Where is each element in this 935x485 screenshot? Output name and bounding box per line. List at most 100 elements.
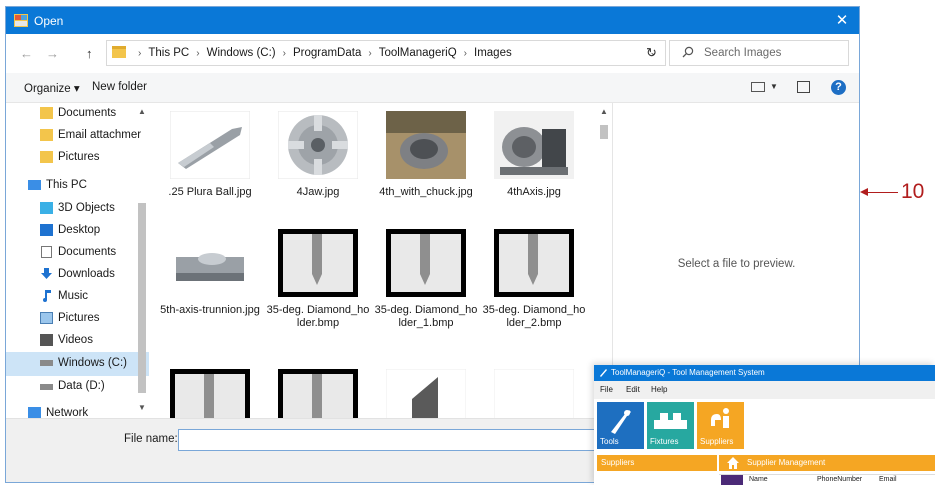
nav-item-music[interactable]: Music	[6, 286, 149, 308]
nav-item-label: Music	[58, 290, 89, 302]
nav-item-label: Videos	[58, 334, 93, 346]
crumb-programdata[interactable]: ProgramData	[293, 47, 361, 59]
nav-item-windows-c[interactable]: Windows (C:)	[6, 352, 149, 376]
up-icon[interactable]: ↑	[86, 46, 93, 61]
nav-scrollbar[interactable]: ▲ ▼	[136, 103, 148, 418]
help-icon[interactable]: ?	[831, 80, 846, 95]
file-item[interactable]: 4Jaw.jpg	[266, 111, 370, 221]
preview-message: Select a file to preview.	[677, 258, 796, 270]
file-item[interactable]: .25 Plura Ball.jpg	[158, 111, 262, 221]
screen: Open ✕ ← → ↑ › This PC › Windows (C:) › …	[0, 0, 935, 485]
nav-item-label: Documents	[58, 107, 117, 119]
chevron-down-icon[interactable]: ▼	[770, 82, 778, 91]
back-icon[interactable]: ←	[20, 46, 33, 61]
app-icon	[600, 369, 607, 377]
file-name: 4thAxis.jpg	[507, 186, 561, 198]
nav-item-pictures[interactable]: Pictures	[6, 308, 149, 330]
file-thumbnail	[278, 229, 358, 297]
file-thumbnail	[170, 229, 250, 297]
file-name-label: File name:	[124, 433, 178, 445]
chevron-right-icon: ›	[282, 47, 286, 59]
nav-item-email-attachments[interactable]: Email attachmer	[6, 125, 149, 147]
file-name: 35-deg. Diamond_holder.bmp	[266, 304, 370, 329]
file-item[interactable]	[158, 369, 262, 418]
menu-file[interactable]: File	[600, 385, 613, 394]
nav-item-videos[interactable]: Videos	[6, 330, 149, 352]
file-item[interactable]: 5th-axis-trunnion.jpg	[158, 229, 262, 339]
preview-pane-icon[interactable]	[797, 81, 810, 93]
file-thumbnail	[386, 111, 466, 179]
nav-item-this-pc[interactable]: This PC	[6, 175, 149, 197]
callout-line	[866, 192, 898, 193]
drive-icon	[40, 360, 53, 366]
file-thumbnail	[170, 369, 250, 418]
scrollbar-thumb[interactable]	[138, 203, 146, 393]
tools-button[interactable]: Tools	[597, 402, 644, 449]
scrollbar-thumb[interactable]	[600, 125, 608, 139]
nav-item-label: Data (D:)	[58, 380, 105, 392]
ribbon: Tools Fixtures Suppliers	[594, 399, 935, 451]
file-thumbnail	[386, 229, 466, 297]
scroll-up-icon[interactable]: ▲	[138, 107, 146, 116]
address-bar[interactable]: › This PC › Windows (C:) › ProgramData ›…	[106, 40, 666, 66]
file-thumbnail	[494, 369, 574, 418]
file-item[interactable]	[374, 369, 478, 418]
file-item[interactable]: 35-deg. Diamond_holder_2.bmp	[482, 229, 586, 359]
suppliers-button[interactable]: Suppliers	[697, 402, 744, 449]
crumb-windows-c[interactable]: Windows (C:)	[207, 47, 276, 59]
crumb-this-pc[interactable]: This PC	[148, 47, 189, 59]
suppliers-label: Suppliers	[700, 437, 734, 446]
filter-icon[interactable]	[721, 475, 743, 485]
app-icon	[14, 14, 28, 27]
folder-icon	[40, 151, 53, 163]
close-icon[interactable]: ✕	[825, 7, 859, 34]
suppliers-panel-title: Suppliers	[601, 458, 635, 467]
scroll-down-icon[interactable]: ▼	[138, 403, 146, 412]
view-options-icon[interactable]	[751, 82, 765, 92]
column-phone[interactable]: PhoneNumber	[817, 476, 862, 483]
navigation-pane: Documents Email attachmer Pictures This …	[6, 103, 149, 418]
nav-item-downloads[interactable]: Downloads	[6, 264, 149, 286]
fixtures-button[interactable]: Fixtures	[647, 402, 694, 449]
nav-item-label: Downloads	[58, 268, 115, 280]
folder-icon	[40, 107, 53, 119]
crumb-toolmanageriq[interactable]: ToolManageriQ	[379, 47, 457, 59]
file-name-input[interactable]	[178, 429, 598, 451]
nav-item-desktop[interactable]: Desktop	[6, 220, 149, 242]
file-item[interactable]: 4th_with_chuck.jpg	[374, 111, 478, 221]
search-input[interactable]: Search Images	[669, 40, 849, 66]
file-thumbnail	[170, 111, 250, 179]
document-icon	[41, 246, 52, 258]
nav-item-label: Documents	[58, 246, 117, 258]
music-icon	[43, 290, 51, 302]
title-bar: Open ✕	[6, 7, 859, 34]
nav-item-documents[interactable]: Documents	[6, 103, 149, 125]
file-item[interactable]: 4thAxis.jpg	[482, 111, 586, 221]
nav-item-documents-pc[interactable]: Documents	[6, 242, 149, 264]
file-item[interactable]	[266, 369, 370, 418]
menu-help[interactable]: Help	[651, 385, 667, 394]
file-item[interactable]: 35-deg. Diamond_holder.bmp	[266, 229, 370, 359]
file-thumbnail	[278, 369, 358, 418]
file-list: .25 Plura Ball.jpg 4Jaw.jpg 4th_with_chu…	[158, 103, 596, 418]
menu-edit[interactable]: Edit	[626, 385, 640, 394]
column-name[interactable]: Name	[749, 476, 768, 483]
nav-item-3d-objects[interactable]: 3D Objects	[6, 198, 149, 220]
file-thumbnail	[278, 111, 358, 179]
nav-item-pictures-quick[interactable]: Pictures	[6, 147, 149, 169]
forward-icon[interactable]: →	[46, 46, 59, 61]
new-folder-button[interactable]: New folder	[92, 81, 147, 93]
file-item[interactable]	[482, 369, 586, 418]
folder-icon	[40, 129, 53, 141]
crumb-images[interactable]: Images	[474, 47, 512, 59]
file-item[interactable]: 35-deg. Diamond_holder_1.bmp	[374, 229, 478, 359]
file-thumbnail	[494, 229, 574, 297]
nav-item-network[interactable]: Network	[6, 403, 149, 418]
nav-item-label: Pictures	[58, 151, 100, 163]
organize-button[interactable]: Organize ▾	[24, 81, 80, 95]
nav-item-data-d[interactable]: Data (D:)	[6, 376, 149, 398]
column-email[interactable]: Email	[879, 476, 897, 483]
home-icon[interactable]	[726, 456, 740, 470]
scroll-up-icon[interactable]: ▲	[600, 107, 608, 116]
refresh-icon[interactable]: ↻	[646, 45, 657, 61]
